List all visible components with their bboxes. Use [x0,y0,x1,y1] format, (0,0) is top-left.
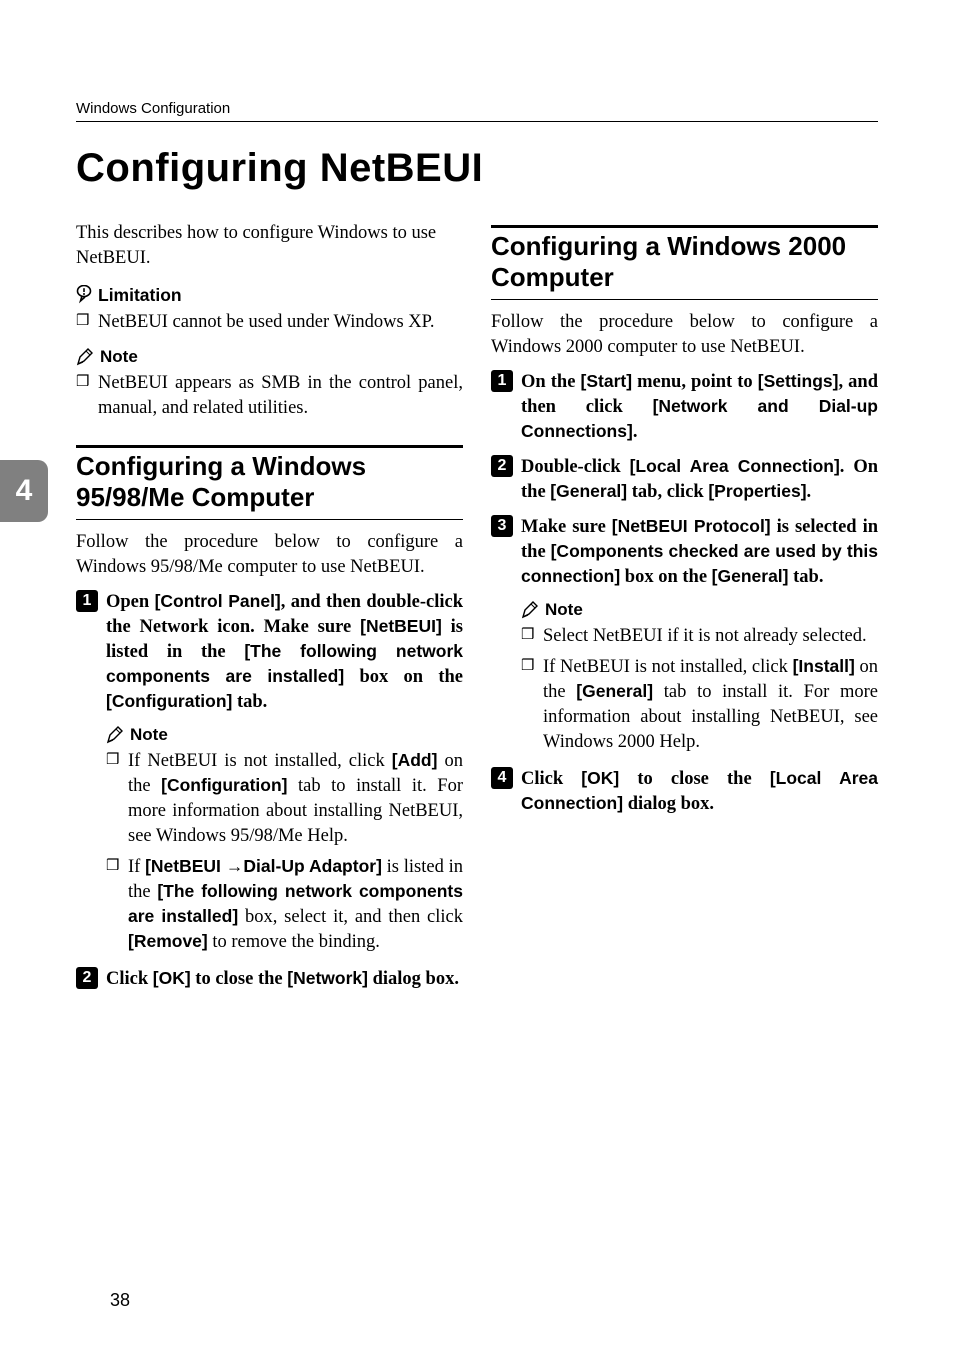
note-list: NetBEUI appears as SMB in the control pa… [76,371,463,421]
ui-label: [Configuration] [161,775,287,795]
text-run: box, select it, and then click [238,907,463,927]
list-item: If NetBEUI is not installed, click [Inst… [521,655,878,755]
text-run: Double-click [521,457,630,477]
note-label: Note [100,347,138,367]
note-icon [106,726,124,744]
ui-label: [NetBEUI →Dial-Up Adaptor] [145,856,382,876]
step-4: 4 Click [OK] to close the [Local Area Co… [491,767,878,817]
step-number-icon: 2 [76,967,98,989]
intro-paragraph: This describes how to configure Windows … [76,221,463,271]
section-heading-win9x: Configuring a Windows 95/98/Me Computer [76,445,463,520]
section-intro: Follow the procedure below to configure … [491,310,878,360]
ui-label: [Network] [287,968,368,988]
chapter-tab: 4 [0,460,48,522]
step-number-icon: 3 [491,515,513,537]
ui-label: [Remove] [128,931,208,951]
step-text: Click [OK] to close the [Local Area Conn… [521,769,878,814]
step-2: 2 Click [OK] to close the [Network] dial… [76,967,463,992]
ui-label: [Start] [581,371,633,391]
text-run: tab, click [627,482,708,502]
text-run: to close the [191,969,288,989]
text-run: to remove the binding. [208,932,380,952]
ui-label: [Control Panel] [155,591,281,611]
step-2: 2 Double-click [Local Area Connection]. … [491,455,878,505]
step-1-notes: Note If NetBEUI is not installed, click … [76,725,463,955]
text-run: Click [106,969,153,989]
ui-label: [Add] [392,750,438,770]
step-text: Make sure [NetBEUI Protocol] is selected… [521,517,878,587]
step-1: 1 On the [Start] menu, point to [Setting… [491,370,878,445]
step-text: Click [OK] to close the [Network] dialog… [106,969,459,989]
ui-label: [Settings] [758,371,839,391]
text-run: tab. [789,567,824,587]
note-label: Note [545,600,583,620]
step-number-icon: 1 [491,370,513,392]
left-column: This describes how to configure Windows … [76,221,463,1000]
text-run: If [128,857,145,877]
note-heading: Note [76,347,463,367]
step-text: On the [Start] menu, point to [Settings]… [521,372,878,442]
note-heading: Note [521,600,878,620]
ui-label: [OK] [153,968,191,988]
step-number-icon: 2 [491,455,513,477]
text-run: Click [521,769,581,789]
ui-label: [General] [550,481,627,501]
page-number: 38 [110,1290,130,1311]
note-list: Select NetBEUI if it is not already sele… [521,624,878,755]
ui-label: [Install] [793,656,855,676]
list-item: NetBEUI cannot be used under Windows XP. [76,310,463,335]
text-run: tab. [232,692,267,712]
text-run: box on the [620,567,712,587]
text-run: dialog box. [623,794,714,814]
note-icon [521,601,539,619]
ui-label: [OK] [581,768,619,788]
text-run: On the [521,372,581,392]
ui-label: [NetBEUI Protocol] [612,516,771,536]
text-run: Make sure [521,517,612,537]
ui-label: [Configuration] [106,691,232,711]
step-3: 3 Make sure [NetBEUI Protocol] is select… [491,515,878,590]
ui-label: [NetBEUI] [360,616,442,636]
note-icon [76,348,94,366]
step-1: 1 Open [Control Panel], and then double-… [76,590,463,715]
ui-label: [General] [576,681,653,701]
text-run: box on the [344,667,463,687]
running-head: Windows Configuration [76,100,878,122]
list-item: If [NetBEUI →Dial-Up Adaptor] is listed … [106,855,463,955]
ui-label: [Local Area Connection] [630,456,840,476]
text-run: Open [106,592,155,612]
limitation-label: Limitation [98,285,182,306]
text-run: If NetBEUI is not installed, click [543,657,793,677]
limitation-icon [76,285,92,305]
note-heading: Note [106,725,463,745]
page-title: Configuring NetBEUI [76,146,878,191]
text-run: to close the [619,769,770,789]
page: Windows Configuration Configuring NetBEU… [0,0,954,1351]
list-item: NetBEUI appears as SMB in the control pa… [76,371,463,421]
section-heading-win2k: Configuring a Windows 2000 Computer [491,225,878,300]
ui-label: [General] [712,566,789,586]
note-label: Note [130,725,168,745]
step-text: Open [Control Panel], and then double-cl… [106,592,463,712]
two-column-layout: This describes how to configure Windows … [76,221,878,1000]
step-number-icon: 4 [491,767,513,789]
section-intro: Follow the procedure below to configure … [76,530,463,580]
ui-label: [Properties] [708,481,806,501]
limitation-list: NetBEUI cannot be used under Windows XP. [76,310,463,335]
step-number-icon: 1 [76,590,98,612]
text-run: dialog box. [368,969,459,989]
step-3-notes: Note Select NetBEUI if it is not already… [491,600,878,755]
list-item: If NetBEUI is not installed, click [Add]… [106,749,463,849]
text-run: . [807,482,812,502]
note-list: If NetBEUI is not installed, click [Add]… [106,749,463,955]
text-run: If NetBEUI is not installed, click [128,751,392,771]
right-column: Configuring a Windows 2000 Computer Foll… [491,221,878,1000]
step-text: Double-click [Local Area Connection]. On… [521,457,878,502]
list-item: Select NetBEUI if it is not already sele… [521,624,878,649]
text-run: menu, point to [632,372,758,392]
limitation-heading: Limitation [76,285,463,306]
text-run: . [633,422,638,442]
